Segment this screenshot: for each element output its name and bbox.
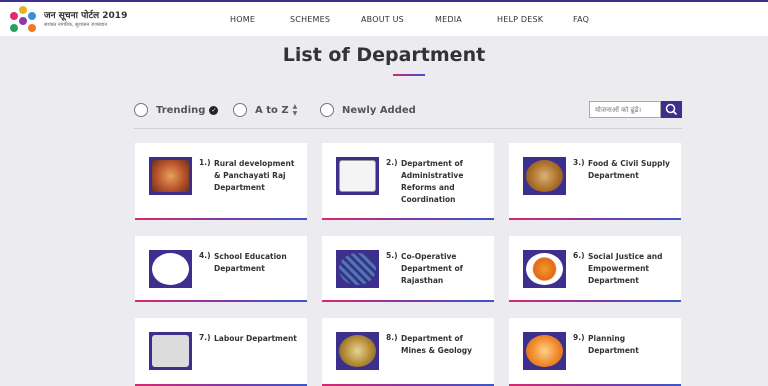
filter-label: Trending	[156, 104, 206, 116]
mines-geology-logo-icon	[336, 332, 379, 370]
rural-development-logo-icon	[149, 157, 192, 195]
card-accent-bar	[509, 300, 681, 302]
search-input[interactable]	[589, 101, 661, 118]
search-icon	[665, 103, 678, 116]
filter-label: A to Z	[255, 104, 289, 116]
a-to-z-radio[interactable]	[233, 103, 247, 117]
filter-divider	[134, 128, 682, 129]
card-title: Food & Civil Supply Department	[588, 159, 670, 180]
nav-help-desk[interactable]: HELP DESK	[497, 15, 543, 24]
department-card-planning[interactable]: 9.) Planning Department	[509, 318, 681, 386]
card-accent-bar	[322, 218, 494, 220]
filter-label: Newly Added	[342, 104, 416, 116]
department-card-school-education[interactable]: 4.) School Education Department	[135, 236, 307, 302]
school-education-logo-icon	[149, 250, 192, 288]
brand-subtitle: सशक्त नागरिक, सुशासन राजस्थान	[44, 22, 108, 28]
check-badge-icon: ✓	[209, 105, 219, 115]
portal-logo-icon[interactable]	[6, 6, 40, 36]
department-card-social-justice[interactable]: 6.) Social Justice and Empowerment Depar…	[509, 236, 681, 302]
sort-arrows-icon[interactable]: ▲ ▼	[293, 103, 298, 117]
food-civil-supply-logo-icon	[523, 157, 566, 195]
title-underline	[393, 74, 425, 76]
card-number: 6.)	[573, 251, 585, 260]
card-number: 5.)	[386, 251, 398, 260]
card-number: 3.)	[573, 158, 585, 167]
card-number: 4.)	[199, 251, 211, 260]
card-title: Labour Department	[214, 334, 297, 343]
card-title: Rural development & Panchayati Raj Depar…	[214, 159, 295, 192]
department-card-food-civil-supply[interactable]: 3.) Food & Civil Supply Department	[509, 143, 681, 220]
card-title: Co-Operative Department of Rajasthan	[401, 252, 463, 285]
card-number: 8.)	[386, 333, 398, 342]
card-accent-bar	[322, 300, 494, 302]
department-card-rural-development[interactable]: 1.) Rural development & Panchayati Raj D…	[135, 143, 307, 220]
card-number: 2.)	[386, 158, 398, 167]
social-justice-logo-icon	[523, 250, 566, 288]
department-card-labour[interactable]: 7.) Labour Department	[135, 318, 307, 386]
filter-newly-added[interactable]: Newly Added	[320, 101, 416, 119]
administrative-reforms-logo-icon	[336, 157, 379, 195]
card-accent-bar	[135, 218, 307, 220]
co-operative-logo-icon	[336, 250, 379, 288]
card-title: Department of Administrative Reforms and…	[401, 159, 464, 204]
trending-radio[interactable]	[134, 103, 148, 117]
nav-faq[interactable]: FAQ	[573, 15, 589, 24]
department-card-administrative-reforms[interactable]: 2.) Department of Administrative Reforms…	[322, 143, 494, 220]
brand-title: जन सूचना पोर्टल 2019	[44, 11, 128, 21]
nav-media[interactable]: MEDIA	[435, 15, 462, 24]
nav-schemes[interactable]: SCHEMES	[290, 15, 330, 24]
nav-about-us[interactable]: ABOUT US	[361, 15, 404, 24]
labour-logo-icon	[149, 332, 192, 370]
top-header: जन सूचना पोर्टल 2019 सशक्त नागरिक, सुशास…	[0, 0, 768, 36]
card-title: Planning Department	[588, 334, 639, 355]
department-card-co-operative[interactable]: 5.) Co-Operative Department of Rajasthan	[322, 236, 494, 302]
card-number: 7.)	[199, 333, 211, 342]
card-title: Social Justice and Empowerment Departmen…	[588, 252, 663, 285]
card-accent-bar	[135, 300, 307, 302]
card-number: 9.)	[573, 333, 585, 342]
search-button[interactable]	[661, 101, 682, 118]
nav-home[interactable]: HOME	[230, 15, 255, 24]
card-title: Department of Mines & Geology	[401, 334, 473, 355]
page-title: List of Department	[282, 44, 486, 66]
department-card-mines-geology[interactable]: 8.) Department of Mines & Geology	[322, 318, 494, 386]
card-accent-bar	[509, 218, 681, 220]
planning-logo-icon	[523, 332, 566, 370]
card-title: School Education Department	[214, 252, 287, 273]
newly-added-radio[interactable]	[320, 103, 334, 117]
filter-a-to-z[interactable]: A to Z ▲ ▼	[233, 101, 297, 119]
card-number: 1.)	[199, 158, 211, 167]
filter-trending[interactable]: Trending ✓	[134, 101, 219, 119]
